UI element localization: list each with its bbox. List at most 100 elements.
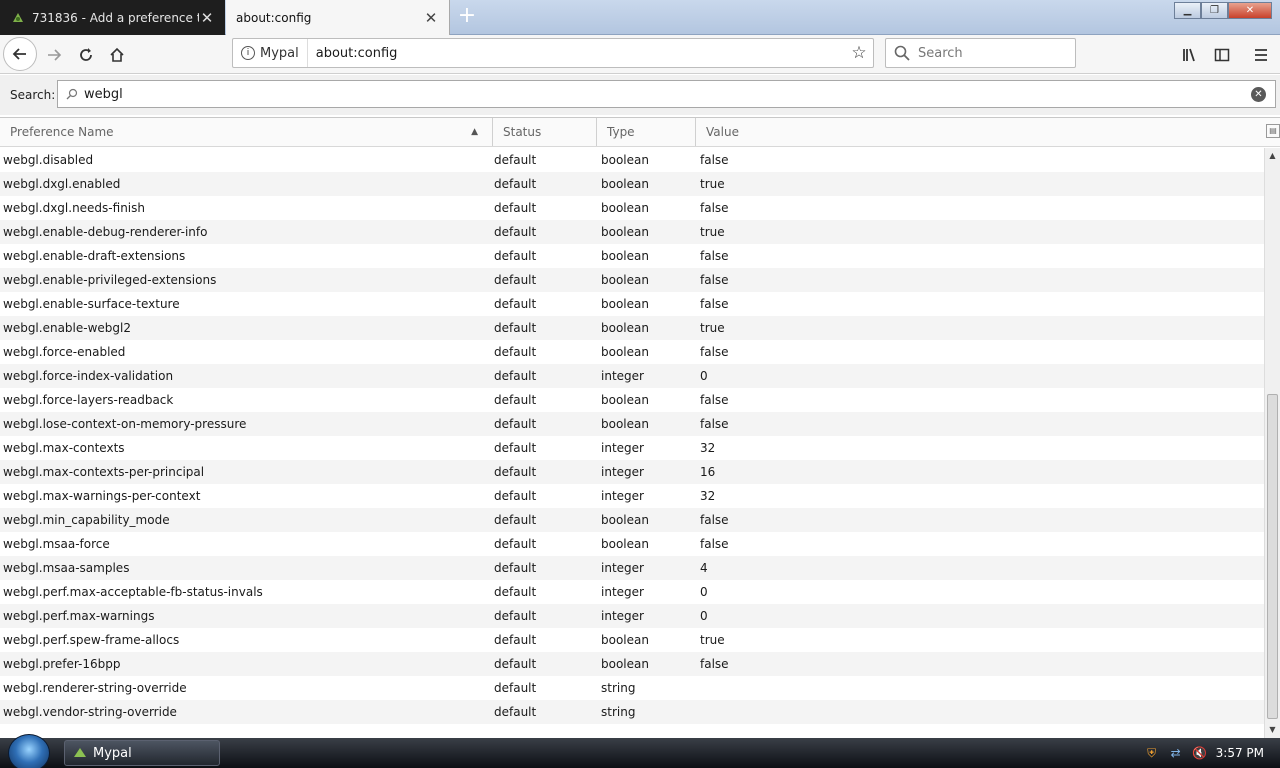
mypal-app-icon	[74, 748, 86, 757]
nav-bar: i Mypal about:config ☆ Search	[0, 35, 1280, 74]
web-search-input[interactable]: Search	[885, 38, 1076, 68]
config-search-input[interactable]: webgl ✕	[57, 80, 1276, 108]
start-button-icon[interactable]	[8, 734, 50, 768]
pref-value-cell: false	[700, 201, 729, 215]
pref-value-cell: 32	[700, 489, 716, 503]
pref-type-cell: boolean	[601, 537, 649, 551]
bookmark-star-icon[interactable]: ☆	[845, 43, 873, 63]
url-text[interactable]: about:config	[308, 46, 845, 61]
table-row[interactable]: webgl.force-index-validation default integ…	[0, 364, 1264, 388]
sidebar-button[interactable]	[1206, 39, 1238, 71]
maximize-icon[interactable]: ❐	[1201, 2, 1228, 19]
vertical-scrollbar[interactable]: ▲ ▼	[1264, 148, 1280, 738]
table-row[interactable]: webgl.msaa-samples default integer 4	[0, 556, 1264, 580]
minimize-icon[interactable]: ▁	[1174, 2, 1201, 19]
back-button[interactable]	[3, 37, 37, 71]
pref-status-cell: default	[494, 609, 537, 623]
table-row[interactable]: webgl.max-contexts-per-principal default i…	[0, 460, 1264, 484]
table-row[interactable]: webgl.enable-surface-texture default boole…	[0, 292, 1264, 316]
pref-value-cell: 0	[700, 585, 708, 599]
table-row[interactable]: webgl.dxgl.enabled default boolean true	[0, 172, 1264, 196]
taskbar-item-mypal[interactable]: Mypal	[64, 740, 220, 766]
table-row[interactable]: webgl.enable-draft-extensions default bool…	[0, 244, 1264, 268]
table-row[interactable]: webgl.msaa-force default boolean false	[0, 532, 1264, 556]
home-button[interactable]	[101, 39, 133, 71]
pref-status-cell: default	[494, 393, 537, 407]
security-shield-icon[interactable]: ⛨	[1144, 745, 1160, 761]
column-header-type[interactable]: Type	[597, 118, 696, 146]
tab-strip: 731836 - Add a preference to u ✕ about:c…	[0, 0, 1280, 36]
tab-bug-731836[interactable]: 731836 - Add a preference to u ✕	[0, 0, 225, 35]
pref-status-cell: default	[494, 489, 537, 503]
pref-value-cell: false	[700, 417, 729, 431]
close-tab-icon[interactable]: ✕	[199, 9, 215, 27]
home-icon	[110, 47, 124, 62]
pref-type-cell: boolean	[601, 249, 649, 263]
scroll-up-icon[interactable]: ▲	[1265, 148, 1280, 164]
close-tab-icon[interactable]: ✕	[423, 9, 439, 27]
sidebar-icon	[1214, 48, 1230, 62]
pref-name-cell: webgl.force-layers-readback	[3, 393, 174, 407]
pref-type-cell: string	[601, 681, 636, 695]
volume-muted-icon[interactable]: 🔇	[1192, 745, 1208, 761]
table-row[interactable]: webgl.force-enabled default boolean false	[0, 340, 1264, 364]
window-close-icon[interactable]: ✕	[1228, 2, 1272, 19]
new-tab-plus-icon[interactable]: +	[455, 5, 479, 29]
table-row[interactable]: webgl.enable-webgl2 default boolean true	[0, 316, 1264, 340]
pref-status-cell: default	[494, 633, 537, 647]
table-row[interactable]: webgl.max-contexts default integer 32	[0, 436, 1264, 460]
forward-button[interactable]	[38, 39, 70, 71]
library-icon	[1183, 48, 1195, 62]
column-header-status[interactable]: Status	[493, 118, 597, 146]
column-status-label: Status	[503, 125, 542, 139]
pref-value-cell: 32	[700, 441, 716, 455]
table-row[interactable]: webgl.dxgl.needs-finish default boolean fal…	[0, 196, 1264, 220]
pref-value-cell: true	[700, 177, 725, 191]
site-identity[interactable]: i Mypal	[233, 39, 308, 67]
pref-type-cell: boolean	[601, 201, 649, 215]
scroll-down-icon[interactable]: ▼	[1265, 722, 1280, 738]
reload-button[interactable]	[70, 39, 102, 71]
pref-value-cell: false	[700, 657, 729, 671]
pref-name-cell: webgl.dxgl.enabled	[3, 177, 121, 191]
table-row[interactable]: webgl.lose-context-on-memory-pressure def…	[0, 412, 1264, 436]
clear-search-icon[interactable]: ✕	[1251, 87, 1266, 102]
config-search-bar: Search: webgl ✕	[0, 75, 1280, 115]
column-picker-icon[interactable]: ▤	[1266, 124, 1280, 138]
pref-type-cell: integer	[601, 369, 644, 383]
pref-name-cell: webgl.perf.max-warnings	[3, 609, 155, 623]
pref-status-cell: default	[494, 249, 537, 263]
url-bar[interactable]: i Mypal about:config ☆	[232, 38, 874, 68]
back-arrow-icon	[12, 48, 26, 60]
tab-about-config[interactable]: about:config ✕	[226, 0, 450, 36]
table-row[interactable]: webgl.enable-debug-renderer-info default b…	[0, 220, 1264, 244]
table-row[interactable]: webgl.disabled default boolean false	[0, 148, 1264, 172]
menu-button[interactable]	[1245, 39, 1277, 71]
taskbar-item-label: Mypal	[93, 745, 132, 761]
scrollbar-thumb[interactable]	[1267, 394, 1278, 719]
pref-name-cell: webgl.msaa-samples	[3, 561, 130, 575]
table-row[interactable]: webgl.vendor-string-override default strin…	[0, 700, 1264, 724]
info-icon: i	[241, 46, 255, 60]
pref-type-cell: boolean	[601, 297, 649, 311]
table-row[interactable]: webgl.renderer-string-override default str…	[0, 676, 1264, 700]
table-row[interactable]: webgl.perf.spew-frame-allocs default boole…	[0, 628, 1264, 652]
clock[interactable]: 3:57 PM	[1216, 746, 1264, 760]
table-row[interactable]: webgl.prefer-16bpp default boolean false	[0, 652, 1264, 676]
column-header-name[interactable]: Preference Name ▲	[0, 118, 493, 146]
column-header-value[interactable]: Value	[696, 118, 1264, 146]
pref-type-cell: boolean	[601, 225, 649, 239]
network-icon[interactable]: ⇄	[1168, 745, 1184, 761]
tab-title: about:config	[236, 11, 312, 25]
bug-favicon-icon	[13, 12, 23, 22]
pref-status-cell: default	[494, 537, 537, 551]
library-button[interactable]	[1174, 39, 1206, 71]
pref-name-cell: webgl.max-contexts	[3, 441, 125, 455]
table-row[interactable]: webgl.enable-privileged-extensions defaul…	[0, 268, 1264, 292]
table-row[interactable]: webgl.min_capability_mode default boolean f…	[0, 508, 1264, 532]
pref-status-cell: default	[494, 417, 537, 431]
table-row[interactable]: webgl.perf.max-acceptable-fb-status-inva…	[0, 580, 1264, 604]
table-row[interactable]: webgl.force-layers-readback default boolea…	[0, 388, 1264, 412]
table-row[interactable]: webgl.perf.max-warnings default integer 0	[0, 604, 1264, 628]
table-row[interactable]: webgl.max-warnings-per-context default int…	[0, 484, 1264, 508]
